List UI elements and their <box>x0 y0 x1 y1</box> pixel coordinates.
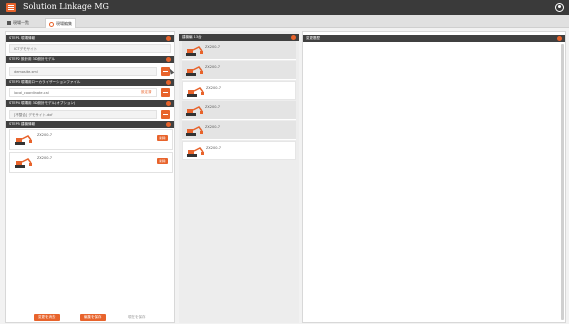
excavator-icon <box>187 147 204 157</box>
info-icon[interactable] <box>291 35 296 40</box>
scrollbar[interactable] <box>561 44 564 320</box>
info-icon[interactable] <box>166 122 171 127</box>
menu-icon[interactable] <box>6 3 16 12</box>
machine-list-item[interactable]: ZX200-7 <box>182 101 296 120</box>
machine-list-item[interactable]: ZX200-7 <box>182 61 296 80</box>
localization-file-field[interactable]: local_coordinate.cal <box>9 88 157 97</box>
excavator-icon <box>186 126 203 136</box>
machine-name: ZX200-7 <box>206 86 221 90</box>
step3-header: STEP3 現場用ローカライザーションファイル <box>6 79 174 86</box>
assigned-machine-row[interactable]: ZX200-7 削除 <box>9 152 173 173</box>
tab-site-list[interactable]: 現場一覧 <box>4 18 32 28</box>
info-icon[interactable] <box>557 36 562 41</box>
machine-list-item[interactable]: ZX200-7 <box>182 41 296 60</box>
machine-list-header: 建機編 13台 <box>179 34 299 41</box>
info-icon[interactable] <box>166 80 171 85</box>
person-icon <box>7 21 11 25</box>
excavator-icon <box>187 87 204 97</box>
delete-machine-button[interactable]: 削除 <box>157 135 168 141</box>
remove-optional-model-button[interactable] <box>161 110 170 119</box>
machine-list-item[interactable]: ZX200-7 <box>182 141 296 160</box>
change-history-header: 変更履歴 <box>303 35 565 42</box>
excavator-icon <box>15 135 32 145</box>
change-history-panel: 変更履歴 <box>302 31 566 323</box>
step5-header: STEP5 建機情報 <box>6 121 174 128</box>
tab-bar: 現場一覧 現場編集 <box>0 15 569 28</box>
machine-name: ZX200-7 <box>205 105 220 109</box>
tab-site-list-label: 現場一覧 <box>13 20 29 25</box>
machine-name: ZX200-7 <box>205 125 220 129</box>
info-icon[interactable] <box>166 36 171 41</box>
machine-name: ZX200-7 <box>205 65 220 69</box>
info-icon[interactable] <box>166 57 171 62</box>
step4-header: STEP4 現場用 3D設計モデル(オプション) <box>6 100 174 107</box>
step1-header: STEP1 現場情報 <box>6 35 174 42</box>
machine-list-title: 建機編 13台 <box>182 35 202 39</box>
excavator-icon <box>186 66 203 76</box>
step1-title: STEP1 現場情報 <box>9 36 36 40</box>
step2-header: STEP2 設計用 3D設計モデル <box>6 56 174 63</box>
machine-name: ZX200-7 <box>205 45 220 49</box>
step4-title: STEP4 現場用 3D設計モデル(オプション) <box>9 101 76 105</box>
localization-file-name: local_coordinate.cal <box>14 91 49 95</box>
machine-list-item[interactable]: ZX200-7 <box>182 121 296 140</box>
title-bar: Solution Linkage MG <box>0 0 569 15</box>
machine-list-item[interactable]: ZX200-7 <box>182 81 296 100</box>
machine-name: ZX200-7 <box>37 156 52 160</box>
excavator-icon <box>15 158 32 168</box>
localization-status: 設定済 <box>141 90 152 94</box>
excavator-icon <box>186 46 203 56</box>
save-current-button[interactable]: 現在を保存 <box>124 314 150 321</box>
assigned-machine-row[interactable]: ZX200-7 削除 <box>9 129 173 150</box>
discard-changes-button[interactable]: 変更を消去 <box>34 314 60 321</box>
optional-model-field[interactable]: [不整合] デモサイト.dxf <box>9 110 157 119</box>
user-account-icon[interactable] <box>555 3 564 12</box>
machine-list-panel: 建機編 13台 ZX200-7 ZX200-7 ZX200-7 ZX200-7 <box>179 31 299 323</box>
design-model-field[interactable]: demosite.xml <box>9 67 157 76</box>
step5-title: STEP5 建機情報 <box>9 122 36 126</box>
machine-name: ZX200-7 <box>37 133 52 137</box>
machine-name: ZX200-7 <box>206 146 221 150</box>
save-edit-button[interactable]: 編集を保存 <box>80 314 106 321</box>
tab-site-edit[interactable]: 現場編集 <box>45 18 76 28</box>
change-history-title: 変更履歴 <box>306 36 320 40</box>
delete-machine-button[interactable]: 削除 <box>157 158 168 164</box>
site-name-field[interactable]: ICTデモサイト <box>9 44 171 53</box>
tab-site-edit-label: 現場編集 <box>56 21 72 26</box>
step2-title: STEP2 設計用 3D設計モデル <box>9 57 56 61</box>
excavator-icon <box>186 106 203 116</box>
step3-title: STEP3 現場用ローカライザーションファイル <box>9 80 81 84</box>
app-title: Solution Linkage MG <box>23 2 109 11</box>
gear-icon <box>49 21 54 27</box>
site-edit-panel: STEP1 現場情報 ICTデモサイト STEP2 設計用 3D設計モデル de… <box>5 31 175 323</box>
remove-localization-button[interactable] <box>161 88 170 97</box>
info-icon[interactable] <box>166 101 171 106</box>
